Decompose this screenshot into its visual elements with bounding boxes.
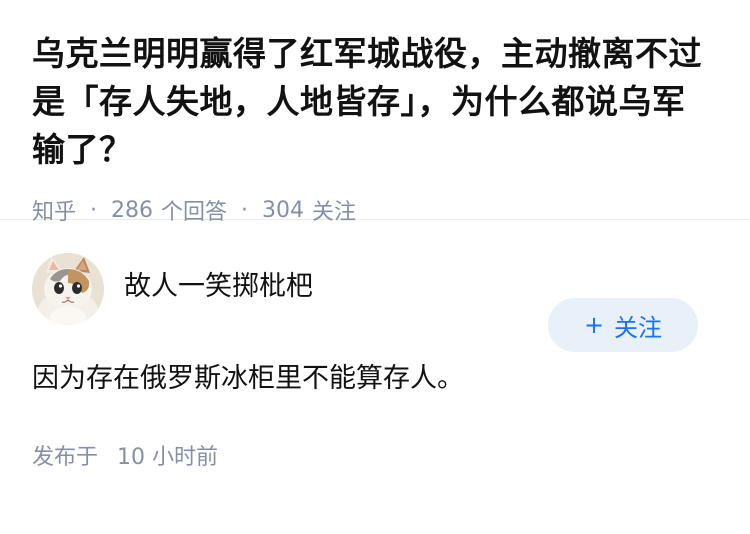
plus-icon: +	[583, 311, 605, 339]
source-label[interactable]: 知乎	[32, 194, 76, 226]
meta-separator: ·	[241, 197, 249, 223]
answer-time: 发布于 10 小时前	[32, 439, 718, 471]
answer-card: 故人一笑掷枇杷 + 关注 因为存在俄罗斯冰柜里不能算存人。 发布于 10 小时前	[0, 253, 750, 471]
meta-separator: ·	[90, 197, 98, 223]
cat-avatar-icon	[32, 253, 104, 325]
answer-count: 286	[111, 197, 154, 223]
question-meta: 知乎 · 286 个回答 · 304 关注	[32, 194, 718, 226]
follow-count: 304	[262, 197, 305, 223]
author-name[interactable]: 故人一笑掷枇杷	[124, 264, 313, 303]
follow-count-unit: 关注	[312, 200, 357, 225]
avatar[interactable]	[32, 253, 104, 325]
follow-button[interactable]: + 关注	[548, 298, 698, 352]
follow-button-label: 关注	[614, 313, 663, 342]
answer-content[interactable]: 因为存在俄罗斯冰柜里不能算存人。	[32, 359, 718, 399]
question-header: 乌克兰明明赢得了红军城战役，主动撤离不过是「存人失地，人地皆存」，为什么都说乌军…	[0, 0, 750, 225]
publish-time: 10 小时前	[117, 445, 219, 470]
answer-count-unit: 个回答	[161, 200, 228, 225]
question-title[interactable]: 乌克兰明明赢得了红军城战役，主动撤离不过是「存人失地，人地皆存」，为什么都说乌军…	[32, 30, 718, 174]
publish-label: 发布于	[32, 445, 99, 470]
